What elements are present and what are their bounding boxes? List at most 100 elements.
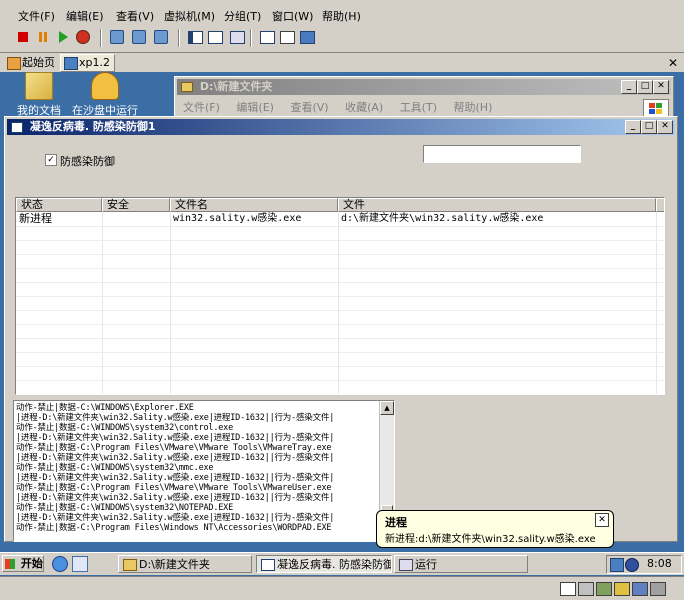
balloon-title: 进程 bbox=[385, 516, 407, 529]
snapshot-manager-icon[interactable] bbox=[152, 28, 170, 46]
vmware-tabbar: 起始页 xp1.2 ✕ bbox=[0, 52, 684, 73]
log-line: 动作-禁止|数据-C:\WINDOWS\system32\mmc.exe bbox=[16, 463, 214, 473]
explorer-menu-file[interactable]: 文件(F) bbox=[183, 101, 220, 114]
tray-vmware-icon[interactable] bbox=[625, 558, 639, 572]
explorer-menu-help[interactable]: 帮助(H) bbox=[454, 101, 493, 114]
stop-icon[interactable] bbox=[14, 28, 32, 46]
event-log[interactable]: 动作-禁止|数据-C:\WINDOWS\Explorer.EXE |进程-D:\新… bbox=[13, 400, 395, 542]
column-header-filler bbox=[656, 198, 664, 212]
maximize-button[interactable]: □ bbox=[641, 120, 657, 134]
app-icon bbox=[11, 121, 23, 133]
menu-window[interactable]: 窗口(W) bbox=[272, 8, 313, 24]
folder-icon bbox=[123, 559, 137, 571]
usb-icon[interactable] bbox=[614, 582, 630, 596]
hdd-icon[interactable] bbox=[560, 582, 576, 596]
play-icon[interactable] bbox=[54, 28, 72, 46]
desktop-icon-sandbox[interactable]: 在沙盘中运行 bbox=[70, 72, 140, 118]
system-tray: 8:08 bbox=[606, 555, 682, 574]
home-icon bbox=[7, 57, 21, 70]
ie-icon[interactable] bbox=[52, 556, 68, 572]
start-button[interactable]: 开始 bbox=[2, 555, 44, 572]
guest-desktop: 我的文档 在沙盘中运行 D:\新建文件夹 _ □ ✕ 文件(F) 编辑(E) 查… bbox=[0, 72, 684, 600]
start-label: 开始 bbox=[20, 557, 43, 570]
column-header-security[interactable]: 安全 bbox=[102, 198, 170, 212]
explorer-titlebar[interactable]: D:\新建文件夹 bbox=[177, 79, 671, 95]
sandbox-icon bbox=[91, 72, 119, 100]
tab-xp-label: xp1.2 bbox=[79, 56, 110, 69]
reset-icon[interactable] bbox=[74, 28, 92, 46]
desktop-icon-my-documents[interactable]: 我的文档 bbox=[4, 72, 74, 118]
vm-icon bbox=[64, 57, 78, 70]
show-desktop-icon[interactable] bbox=[72, 556, 88, 572]
explorer-menu-favorites[interactable]: 收藏(A) bbox=[345, 101, 383, 114]
folder-icon bbox=[25, 72, 53, 100]
sound-icon[interactable] bbox=[632, 582, 648, 596]
tab-xp[interactable]: xp1.2 bbox=[60, 54, 115, 72]
log-line: |进程-D:\新建文件夹\win32.Sality.w感染.exe|进程ID-1… bbox=[16, 513, 335, 523]
maximize-button[interactable]: □ bbox=[637, 80, 653, 94]
process-list[interactable]: 状态 安全 文件名 文件 新进程 win32.sality.w感染.exe d:… bbox=[15, 197, 665, 395]
balloon-close-icon[interactable]: ✕ bbox=[595, 513, 609, 527]
menu-file[interactable]: 文件(F) bbox=[18, 8, 55, 24]
vmware-menubar: 文件(F) 编辑(E) 查看(V) 虚拟机(M) 分组(T) 窗口(W) 帮助(… bbox=[0, 6, 684, 24]
log-line: |进程-D:\新建文件夹\win32.Sality.w感染.exe|进程ID-1… bbox=[16, 493, 335, 503]
menu-view[interactable]: 查看(V) bbox=[116, 8, 154, 24]
explorer-title: D:\新建文件夹 bbox=[199, 80, 273, 93]
minimize-button[interactable]: _ bbox=[625, 120, 641, 134]
app-icon bbox=[261, 559, 275, 571]
tray-antivirus-icon[interactable] bbox=[610, 558, 624, 572]
menu-group[interactable]: 分组(T) bbox=[224, 8, 261, 24]
log-line: 动作-禁止|数据-C:\WINDOWS\system32\NOTEPAD.EXE bbox=[16, 503, 233, 513]
app-titlebar[interactable]: 凝逸反病毒. 防感染防御1 bbox=[7, 119, 675, 135]
console-view-icon[interactable] bbox=[298, 28, 316, 46]
folder-icon bbox=[181, 82, 193, 92]
cell-filename: win32.sality.w感染.exe bbox=[173, 213, 302, 224]
revert-snapshot-icon[interactable] bbox=[130, 28, 148, 46]
cell-file: d:\新建文件夹\win32.sality.w感染.exe bbox=[341, 213, 544, 224]
defense-checkbox[interactable]: ✓ bbox=[45, 154, 57, 166]
message-icon[interactable] bbox=[650, 582, 666, 596]
task-antivirus[interactable]: 凝逸反病毒. 防感染防御1 bbox=[256, 555, 392, 573]
menu-help[interactable]: 帮助(H) bbox=[322, 8, 361, 24]
clock: 8:08 bbox=[647, 557, 672, 570]
log-line: |进程-D:\新建文件夹\win32.Sality.w感染.exe|进程ID-1… bbox=[16, 413, 335, 423]
log-line: 动作-禁止|数据-C:\Program Files\VMware\VMware … bbox=[16, 483, 332, 493]
column-header-status[interactable]: 状态 bbox=[16, 198, 102, 212]
balloon-text: 新进程:d:\新建文件夹\win32.sality.w感染.exe bbox=[385, 534, 596, 545]
summary-icon[interactable] bbox=[258, 28, 276, 46]
column-header-filename[interactable]: 文件名 bbox=[170, 198, 338, 212]
close-button[interactable]: ✕ bbox=[653, 80, 669, 94]
log-line: 动作-禁止|数据-C:\Program Files\Windows NT\Acc… bbox=[16, 523, 332, 533]
task-explorer[interactable]: D:\新建文件夹 bbox=[118, 555, 252, 573]
notification-balloon: 进程 新进程:d:\新建文件夹\win32.sality.w感染.exe ✕ bbox=[376, 510, 614, 548]
menu-vm[interactable]: 虚拟机(M) bbox=[164, 8, 215, 24]
sidebar-toggle-icon[interactable] bbox=[186, 28, 204, 46]
quick-switch-icon[interactable] bbox=[206, 28, 224, 46]
network-icon[interactable] bbox=[596, 582, 612, 596]
console-icon[interactable] bbox=[278, 28, 296, 46]
task-run[interactable]: 运行 bbox=[394, 555, 528, 573]
minimize-button[interactable]: _ bbox=[621, 80, 637, 94]
explorer-menubar: 文件(F) 编辑(E) 查看(V) 收藏(A) 工具(T) 帮助(H) bbox=[183, 99, 492, 115]
fullscreen-icon[interactable] bbox=[228, 28, 246, 46]
explorer-menu-tools[interactable]: 工具(T) bbox=[400, 101, 437, 114]
tab-home[interactable]: 起始页 bbox=[4, 55, 59, 71]
close-tab-icon[interactable]: ✕ bbox=[668, 56, 678, 70]
close-button[interactable]: ✕ bbox=[657, 120, 673, 134]
table-row[interactable]: 新进程 win32.sality.w感染.exe d:\新建文件夹\win32.… bbox=[16, 212, 664, 226]
explorer-menu-edit[interactable]: 编辑(E) bbox=[236, 101, 274, 114]
pause-icon[interactable] bbox=[34, 28, 52, 46]
tab-home-label: 起始页 bbox=[22, 56, 55, 69]
app-title: 凝逸反病毒. 防感染防御1 bbox=[29, 120, 156, 133]
column-header-file[interactable]: 文件 bbox=[338, 198, 656, 212]
menu-edit[interactable]: 编辑(E) bbox=[66, 8, 104, 24]
windows-logo-icon bbox=[5, 559, 15, 569]
search-input[interactable] bbox=[423, 145, 581, 163]
vmware-statusbar bbox=[0, 576, 684, 600]
defense-checkbox-label: 防感染防御 bbox=[60, 155, 115, 168]
explorer-menu-view[interactable]: 查看(V) bbox=[290, 101, 328, 114]
log-line: 动作-禁止|数据-C:\WINDOWS\Explorer.EXE bbox=[16, 403, 194, 413]
scroll-up-icon[interactable]: ▲ bbox=[380, 401, 394, 415]
snapshot-icon[interactable] bbox=[108, 28, 126, 46]
cdrom-icon[interactable] bbox=[578, 582, 594, 596]
